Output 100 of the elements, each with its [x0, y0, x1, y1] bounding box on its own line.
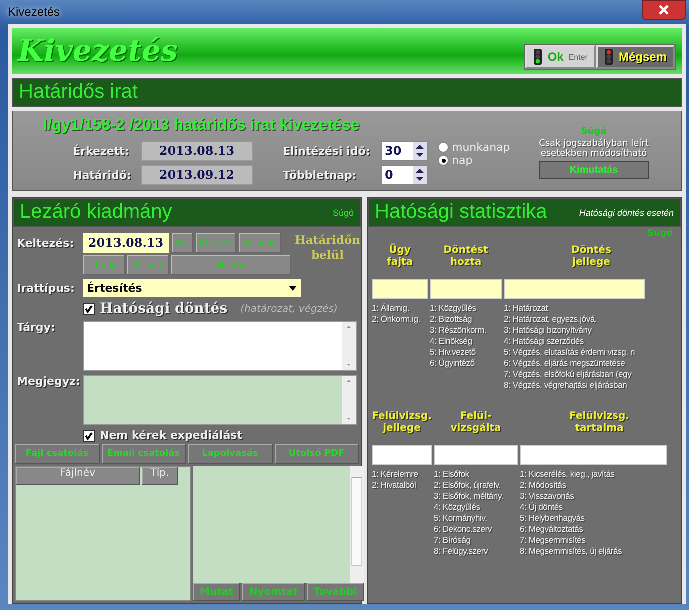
checkbox[interactable] [83, 303, 95, 315]
radio-icon[interactable] [438, 142, 449, 153]
number-field[interactable]: 0 [381, 165, 428, 185]
spinner-arrows-icon[interactable] [413, 166, 427, 184]
code-field[interactable] [430, 279, 502, 299]
option-text: 8: Felügy.szerv [434, 546, 488, 557]
option-text: 2: Határozat, egyezs.jóvá. [504, 314, 598, 325]
section-title: Lezáró kiadmány [20, 201, 172, 224]
code-field[interactable] [372, 279, 428, 299]
number-field[interactable]: 30 [381, 141, 428, 161]
section-title: Hatósági statisztika [375, 201, 548, 224]
date-button[interactable]: Ma [172, 233, 193, 253]
field-label: Határidő: [73, 168, 132, 182]
header-title: Kivezetés [18, 34, 178, 68]
date-value: 2013.09.12 [141, 165, 253, 185]
code-field[interactable] [520, 445, 667, 465]
help-link[interactable]: Súgó [581, 127, 607, 137]
option-text: 1: Elsőfok [434, 469, 470, 480]
date-button[interactable]: Határidő [239, 233, 282, 253]
option-text: 1: Határozat [504, 303, 548, 314]
dropdown-arrow-icon [289, 286, 297, 290]
column-heading: Ügy fajta [386, 245, 414, 270]
option-text: 2: Önkorm.ig. [372, 314, 420, 325]
scrollbar[interactable] [350, 466, 364, 583]
checkbox-label: Nem kérek expediálást [100, 429, 242, 442]
code-field[interactable] [504, 279, 645, 299]
attach-button[interactable]: Lapolvasás [188, 444, 272, 464]
column-header[interactable]: Fájlnév [16, 467, 140, 485]
option-text: 7: Megsemmisítés [520, 535, 586, 546]
day-step-button[interactable]: -1 nap [83, 255, 125, 275]
date-field[interactable]: 2013.08.13 [83, 233, 169, 253]
ok-button[interactable]: Ok Enter [524, 45, 596, 69]
subject-field[interactable] [83, 321, 357, 371]
option-text: 7: Bíróság [434, 535, 471, 546]
option-text: 1: Kérelemre [372, 469, 418, 480]
field-label: Tárgy: [17, 321, 56, 334]
option-text: 2: Módosítás [520, 480, 566, 491]
option-text: 6: Megváltoztatás [520, 524, 584, 535]
action-button[interactable]: További [306, 583, 364, 601]
subtitle: Hatósági döntés esetén [579, 208, 674, 218]
option-text: 3: Visszavonás [520, 491, 574, 502]
attach-button[interactable]: Email csatolás [102, 444, 186, 464]
code-field[interactable] [372, 445, 432, 465]
checkbox[interactable] [83, 430, 95, 442]
option-text: 2: Bizottság [430, 314, 472, 325]
help-link[interactable]: Súgó [332, 208, 354, 218]
field-label: Megjegyz: [17, 375, 79, 388]
option-text: 4: Közgyűlés [434, 502, 480, 513]
option-text: 8: Végzés, végrehajtási eljárásban [504, 380, 628, 391]
column-heading: Döntés jellege [570, 245, 612, 270]
note-text: Csak jogszabályban leírt esetekben módosítható [538, 139, 650, 159]
option-text: 5: Végzés, elutasítás érdemi vizsg. n [504, 347, 636, 358]
option-text: 3: Részönkorm. [430, 325, 487, 336]
calendar-button[interactable]: Naptár [171, 255, 291, 275]
code-field[interactable] [434, 445, 518, 465]
option-text: 6: Végzés, eljárás megszüntetése [504, 358, 626, 369]
option-text: 2: Elsőfok, újrafelv. [434, 480, 501, 491]
help-link[interactable]: Súgó [647, 229, 673, 239]
column-header[interactable]: Típ. [142, 467, 178, 485]
checkbox-label: Hatósági döntés [100, 301, 228, 317]
option-text: 1: Közgyűlés [430, 303, 476, 314]
field-label: Elintézési idő: [283, 144, 372, 158]
day-step-button[interactable]: +1 nap [127, 255, 169, 275]
file-list[interactable]: Fájlnév Típ. [15, 466, 191, 601]
option-text: 4: Elnökség [430, 336, 472, 347]
date-button[interactable]: Érkezés [196, 233, 236, 253]
action-button[interactable]: Nyomtat [242, 583, 305, 601]
type-dropdown[interactable]: Értesítés [83, 279, 301, 297]
option-text: 5: Kormányhiv. [434, 513, 488, 524]
report-button[interactable]: Kimutatás [539, 161, 649, 179]
radio-icon[interactable] [438, 155, 449, 166]
option-text: 1: Államig. [372, 303, 410, 314]
column-heading: Felül- vizsgálta [450, 411, 502, 436]
traffic-light-icon [604, 49, 614, 65]
field-label: Érkezett: [73, 144, 130, 158]
attach-button[interactable]: Utolsó PDF [274, 444, 359, 464]
cancel-button[interactable]: Mégsem [596, 45, 675, 69]
spinner-arrows-icon[interactable] [413, 142, 427, 160]
column-heading: Felülvizsg. jellege [372, 411, 432, 436]
status-text: Határidőn belül [295, 233, 361, 263]
attach-button[interactable]: Fájl csatolás [15, 444, 100, 464]
option-text: 5: Hiv.vezető [430, 347, 476, 358]
column-heading: Döntést hozta [442, 245, 490, 270]
document-title: I/gy1/158-2 /2013 határidős irat kivezetése [43, 117, 361, 135]
window-title: Kivezetés [8, 5, 60, 19]
option-text: 7: Végzés, elsőfokú eljárásban (egy [504, 369, 632, 380]
field-label: Keltezés: [17, 237, 76, 250]
close-icon[interactable] [642, 0, 686, 20]
remark-field[interactable] [83, 375, 357, 425]
hint-text: (határozat, végzés) [240, 304, 338, 314]
radio-option[interactable]: nap [438, 154, 510, 167]
action-button[interactable]: Mutat [193, 583, 240, 601]
field-label: Többletnap: [283, 168, 358, 182]
option-text: 4: Hatósági szerződés [504, 336, 584, 347]
option-text: 8: Megsemmisítés, új eljárás [520, 546, 622, 557]
date-value: 2013.08.13 [141, 141, 253, 161]
option-text: 3: Hatósági bizonyítvány [504, 325, 592, 336]
radio-option[interactable]: munkanap [438, 141, 510, 154]
field-label: Irattípus: [17, 282, 76, 294]
column-heading: Felülvizsg. tartalma [568, 411, 630, 436]
